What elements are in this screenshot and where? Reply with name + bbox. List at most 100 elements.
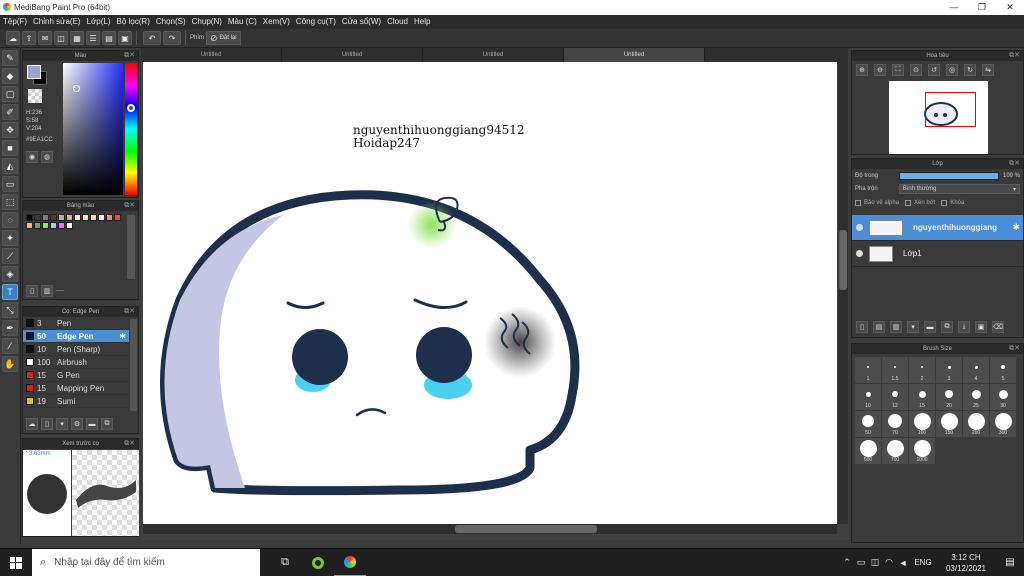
layer-item[interactable]: Lớp1 xyxy=(852,241,1023,267)
color-swatch[interactable] xyxy=(42,214,49,221)
app-green-icon[interactable] xyxy=(302,549,334,576)
color-swatch[interactable] xyxy=(50,222,57,229)
brush-size-cell[interactable]: 3 xyxy=(936,357,962,383)
navigator-viewport[interactable] xyxy=(925,92,976,127)
eyedropper-icon[interactable]: ⁄ xyxy=(2,338,18,354)
color-swatch[interactable] xyxy=(34,214,41,221)
move-tool-icon[interactable]: ✥ xyxy=(2,122,18,138)
brush-size-cell[interactable]: 2 xyxy=(909,357,935,383)
palette-icon[interactable]: ◉ xyxy=(26,151,38,163)
undo-icon[interactable]: ↶ xyxy=(143,31,161,45)
panel-close-icon[interactable]: ⧉✕ xyxy=(124,201,135,211)
brush-folder-icon[interactable]: ▬ xyxy=(86,418,98,430)
color-swatch[interactable] xyxy=(50,214,57,221)
brush-item[interactable]: 15 Mapping Pen xyxy=(23,382,129,395)
color-swatch[interactable] xyxy=(106,214,113,221)
comment-icon[interactable]: ✉ xyxy=(38,31,52,45)
color-swatch[interactable] xyxy=(26,214,33,221)
divide-tool-icon[interactable]: ✒ xyxy=(2,320,18,336)
drawing-canvas[interactable]: nguyenthihuonggiang94512 Hoidap247 xyxy=(143,62,837,524)
fit-icon[interactable]: ⛶ xyxy=(892,64,904,76)
panel-close-icon[interactable]: ⧉✕ xyxy=(1009,159,1020,169)
magic-wand-icon[interactable]: ✦ xyxy=(2,230,18,246)
brush-item[interactable]: 3 Pen xyxy=(23,317,129,330)
color-swatch[interactable] xyxy=(114,214,121,221)
gear-icon[interactable]: ✱ xyxy=(119,332,126,341)
hue-slider[interactable] xyxy=(125,63,137,195)
operation-tool-icon[interactable]: ⤡ xyxy=(2,302,18,318)
doc-tab-active[interactable]: Untitled xyxy=(564,48,705,62)
lasso-tool-icon[interactable]: ◌ xyxy=(2,212,18,228)
brush-size-cell[interactable]: 10 xyxy=(855,384,881,410)
brush-item[interactable]: 10 Pen (Sharp) xyxy=(23,343,129,356)
new-8bit-layer-icon[interactable]: ▤ xyxy=(873,321,885,333)
rectangle-tool-icon[interactable]: ▢ xyxy=(2,86,18,102)
menu-layer[interactable]: Lớp(L) xyxy=(84,15,114,29)
fill-shape-icon[interactable]: ■ xyxy=(2,140,18,156)
brush-scrollbar[interactable] xyxy=(130,319,137,411)
brush-item[interactable]: 15 G Pen xyxy=(23,369,129,382)
menu-help[interactable]: Help xyxy=(411,15,433,29)
menu-color[interactable]: Màu (C) xyxy=(225,15,260,29)
select-pen-icon[interactable]: ✐ xyxy=(2,104,18,120)
menu-cloud[interactable]: Cloud xyxy=(384,15,411,29)
reset-view-icon[interactable]: ◎ xyxy=(946,64,958,76)
menu-edit[interactable]: Chỉnh sửa(E) xyxy=(30,15,84,29)
menu-window[interactable]: Cửa sổ(W) xyxy=(339,15,384,29)
add-layer-menu-icon[interactable]: ▾ xyxy=(907,321,919,333)
wifi-icon[interactable]: ◠ xyxy=(882,549,896,576)
brush-size-cell[interactable]: 500 xyxy=(855,438,881,464)
brush-size-cell[interactable]: 50 xyxy=(855,411,881,437)
layer-item[interactable]: nguyenthihuonggiang ✱ xyxy=(852,215,1023,241)
transparent-swatch[interactable] xyxy=(28,89,42,103)
zoom-in-icon[interactable]: ⊕ xyxy=(856,64,868,76)
color-swatch[interactable] xyxy=(34,222,41,229)
text-tool-icon[interactable]: T xyxy=(2,284,18,300)
navigator-thumbnail[interactable] xyxy=(889,81,988,154)
zoom-icon[interactable]: ⊙ xyxy=(910,64,922,76)
window-icon[interactable]: ▣ xyxy=(118,31,132,45)
menu-file[interactable]: Tệp(F) xyxy=(0,15,30,29)
grid-icon[interactable]: ▦ xyxy=(70,31,84,45)
brush-size-cell[interactable]: 25 xyxy=(963,384,989,410)
copy-brush-icon[interactable]: ⧉ xyxy=(101,418,113,430)
brush-settings-icon[interactable]: ⚙ xyxy=(71,418,83,430)
brush-size-cell[interactable]: 200 xyxy=(963,411,989,437)
network-icon[interactable]: ◫ xyxy=(868,549,882,576)
menu-view[interactable]: Xem(V) xyxy=(260,15,293,29)
brush-size-cell[interactable]: 1 xyxy=(855,357,881,383)
saturation-value-picker[interactable] xyxy=(63,63,123,195)
brush-size-cell[interactable]: 70 xyxy=(882,411,908,437)
windows-start-icon[interactable] xyxy=(0,549,32,576)
panel-close-icon[interactable]: ⧉✕ xyxy=(124,51,135,61)
menu-select[interactable]: Chọn(S) xyxy=(153,15,189,29)
lock-checkbox[interactable]: Khóa xyxy=(941,199,964,206)
task-view-icon[interactable]: ⧉ xyxy=(268,549,302,576)
color-swatch[interactable] xyxy=(66,214,73,221)
visibility-icon[interactable] xyxy=(856,250,863,257)
color-swatch[interactable] xyxy=(58,214,65,221)
duplicate-layer-icon[interactable]: ⧉ xyxy=(941,321,953,333)
color-wheel-icon[interactable]: ◍ xyxy=(41,151,53,163)
hand-tool-icon[interactable]: ✋ xyxy=(2,356,18,372)
language-indicator[interactable]: ENG xyxy=(910,549,936,576)
brush-size-cell[interactable]: 1.5 xyxy=(882,357,908,383)
bucket-tool-icon[interactable]: ◭ xyxy=(2,158,18,174)
rotate-right-icon[interactable]: ↻ xyxy=(964,64,976,76)
merge-layer-icon[interactable]: ⤓ xyxy=(958,321,970,333)
main-color-swatch[interactable] xyxy=(27,65,41,79)
taskbar-search-box[interactable]: ⌕ Nhập tại đây để tìm kiếm xyxy=(32,548,260,576)
delete-swatch-icon[interactable]: ▥ xyxy=(41,285,53,297)
marquee-tool-icon[interactable]: ⬚ xyxy=(2,194,18,210)
color-swatch[interactable] xyxy=(98,214,105,221)
horizontal-scroll-thumb[interactable] xyxy=(455,525,597,533)
menu-snap[interactable]: Chụp(N) xyxy=(189,15,225,29)
flip-icon[interactable]: ⇋ xyxy=(982,64,994,76)
panel-icon[interactable]: ▤ xyxy=(102,31,116,45)
panel-close-icon[interactable]: ⧉✕ xyxy=(124,307,135,317)
medibang-taskbar-icon[interactable] xyxy=(334,549,366,576)
select-eraser-icon[interactable]: ◈ xyxy=(2,266,18,282)
panel-close-icon[interactable]: ⧉✕ xyxy=(124,439,135,449)
battery-icon[interactable]: ▭ xyxy=(854,549,868,576)
canvas-horizontal-scrollbar[interactable] xyxy=(143,524,837,534)
